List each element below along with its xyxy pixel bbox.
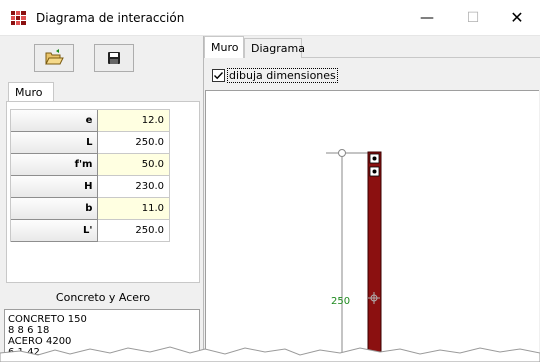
maximize-button[interactable]: ☐ (450, 0, 496, 36)
property-value[interactable]: 12.0 (98, 110, 170, 132)
dimension-label: 250 (331, 296, 351, 307)
window-title: Diagrama de interacción (36, 11, 185, 25)
title-bar: Diagrama de interacción — ☐ ✕ (0, 0, 540, 36)
check-icon (214, 71, 224, 79)
property-row: e 12.0 (11, 110, 170, 132)
property-name: L' (11, 220, 99, 242)
property-name: e (11, 110, 99, 132)
property-row: H 230.0 (11, 176, 170, 198)
tab-diagrama[interactable]: Diagrama (244, 38, 305, 58)
dimensions-checkbox-row[interactable]: dibuja dimensiones (212, 67, 338, 83)
wall-section (367, 151, 382, 362)
property-value[interactable]: 230.0 (98, 176, 170, 198)
property-value[interactable]: 250.0 (98, 132, 170, 154)
property-value[interactable]: 250.0 (98, 220, 170, 242)
property-value[interactable]: 11.0 (98, 198, 170, 220)
property-name: L (11, 132, 99, 154)
property-value[interactable]: 50.0 (98, 154, 170, 176)
memo-line: CONCRETO 150 (8, 314, 87, 325)
save-file-button[interactable] (94, 44, 134, 72)
close-button[interactable]: ✕ (494, 0, 540, 36)
right-tab-strip: Muro Diagrama (204, 36, 540, 58)
property-row: L 250.0 (11, 132, 170, 154)
property-name: b (11, 198, 99, 220)
dimension-top-marker (338, 149, 346, 157)
minimize-button[interactable]: — (404, 0, 450, 36)
tab-muro[interactable]: Muro (204, 36, 244, 58)
dimensions-checkbox-label[interactable]: dibuja dimensiones (227, 67, 338, 83)
torn-edge (0, 346, 540, 362)
app-grid-icon (11, 11, 26, 25)
property-row: f'm 50.0 (11, 154, 170, 176)
muro-drawing-page: dibuja dimensiones 250 (204, 58, 540, 362)
property-row: L' 250.0 (11, 220, 170, 242)
materials-header: Concreto y Acero (6, 288, 200, 309)
save-disk-icon (108, 52, 120, 64)
wall-drawing-canvas: 250 (205, 90, 539, 362)
open-file-button[interactable] (34, 44, 74, 72)
dimensions-checkbox[interactable] (212, 68, 225, 82)
property-name: f'm (11, 154, 99, 176)
properties-grid: e 12.0 L 250.0 f'm 50.0 H 230.0 b 11.0 L' 250.0 (10, 109, 170, 242)
left-panel: Muro e 12.0 L 250.0 f'm 50.0 H 230.0 b 11.0 L' 250.… (0, 36, 204, 362)
memo-line: 8 8 6 18 (8, 325, 50, 336)
tab-muro-left[interactable]: Muro (8, 82, 54, 102)
folder-open-icon (45, 49, 64, 65)
property-row: b 11.0 (11, 198, 170, 220)
property-name: H (11, 176, 99, 198)
